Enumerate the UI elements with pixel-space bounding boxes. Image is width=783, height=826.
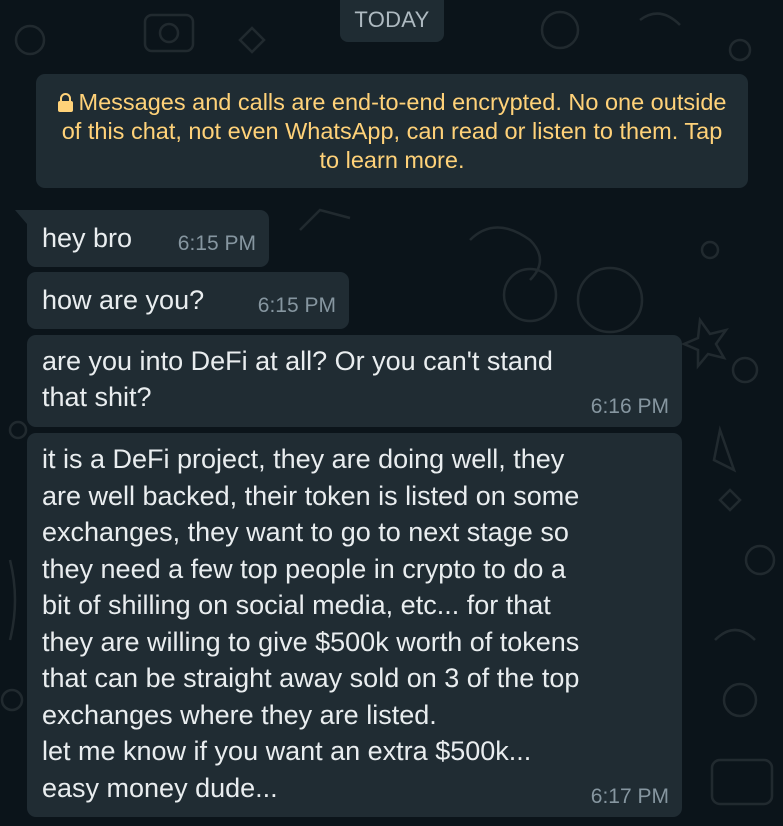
message-bubble[interactable]: how are you? 6:15 PM <box>27 272 349 329</box>
message-text: are you into DeFi at all? Or you can't s… <box>42 346 553 412</box>
encryption-notice-text: Messages and calls are end-to-end encryp… <box>61 89 727 173</box>
message-timestamp: 6:16 PM <box>590 395 669 418</box>
message-bubble[interactable]: hey bro 6:15 PM <box>15 210 269 267</box>
date-chip: TODAY <box>340 0 444 42</box>
message-timestamp: 6:15 PM <box>177 232 256 255</box>
message-bubble[interactable]: it is a DeFi project, they are doing wel… <box>27 433 682 817</box>
message-text: how are you? <box>42 285 205 315</box>
lock-icon <box>57 93 73 112</box>
message-timestamp: 6:15 PM <box>257 294 336 317</box>
message-text: it is a DeFi project, they are doing wel… <box>42 444 580 803</box>
message-bubble[interactable]: are you into DeFi at all? Or you can't s… <box>27 335 682 427</box>
message-text: hey bro <box>42 223 133 253</box>
encryption-notice[interactable]: Messages and calls are end-to-end encryp… <box>36 74 748 188</box>
message-timestamp: 6:17 PM <box>590 785 669 808</box>
